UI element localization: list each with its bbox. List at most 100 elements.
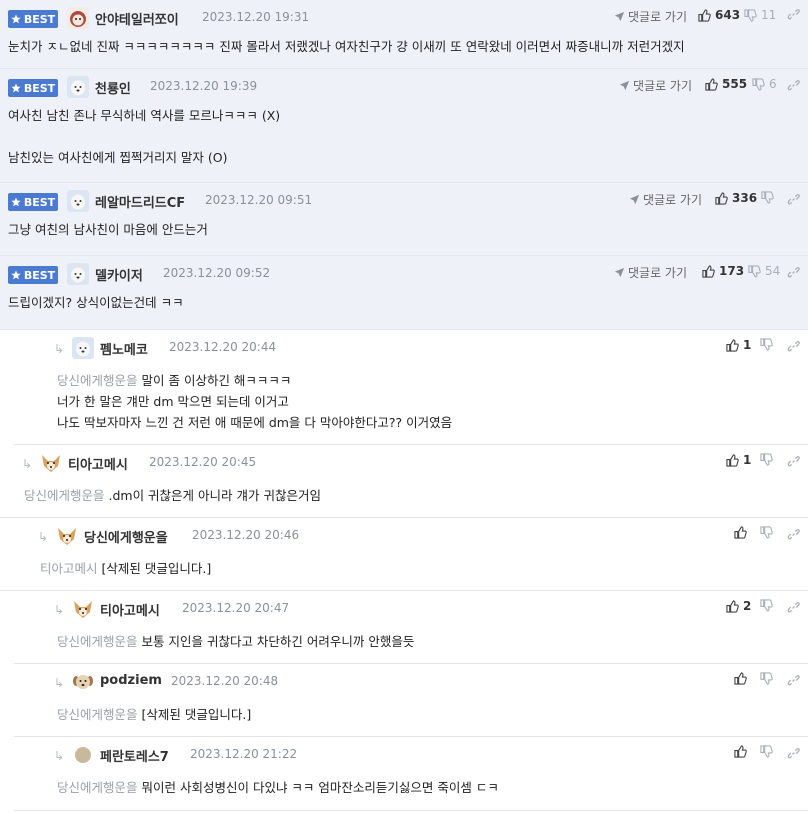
nickname[interactable]: 천룡인: [95, 78, 131, 97]
go-to-reply-link[interactable]: 댓글로 가기: [614, 8, 687, 25]
nickname[interactable]: 당신에게행운을: [84, 527, 168, 546]
comment-line: 당신에게행운을 말이 좀 이상하긴 해ㅋㅋㅋㅋ: [57, 373, 292, 388]
nickname[interactable]: 레알마드리드CF: [95, 192, 185, 211]
share-link[interactable]: [787, 453, 800, 472]
dislike-button[interactable]: [760, 599, 773, 612]
share-link[interactable]: [787, 191, 800, 210]
share-link[interactable]: [787, 77, 800, 96]
link-icon[interactable]: [787, 601, 800, 614]
nickname[interactable]: 페란토레스7: [100, 746, 169, 765]
share-link[interactable]: [787, 745, 800, 764]
like-button[interactable]: [734, 672, 751, 685]
thumbs-down-icon: [748, 264, 761, 278]
avatar[interactable]: [67, 190, 89, 212]
go-to-reply-link[interactable]: 댓글로 가기: [629, 191, 702, 208]
avatar[interactable]: [56, 525, 78, 547]
nickname[interactable]: 티아고메시: [68, 454, 128, 473]
reply-arrow-icon: ↳: [38, 530, 49, 544]
avatar[interactable]: [67, 7, 89, 29]
dislike-button[interactable]: 54: [748, 264, 780, 278]
thumbs-down-icon: [761, 191, 774, 204]
dislike-button[interactable]: [761, 191, 778, 204]
thumbs-up-icon: [726, 453, 739, 467]
best-comment: BEST 레알마드리드CF 2023.12.20 09:51 댓글로 가기 336 그냥 …: [0, 183, 808, 256]
best-comment: BEST 안야테일러쪼이 2023.12.20 19:31 댓글로 가기 643…: [0, 0, 808, 69]
comment-body: 드립이겠지? 상식이없는건데 ㅋㅋ: [8, 292, 184, 313]
like-button[interactable]: 173: [702, 264, 744, 278]
avatar[interactable]: [72, 671, 94, 693]
avatar[interactable]: [72, 744, 94, 766]
share-link[interactable]: [787, 264, 800, 283]
link-icon[interactable]: [787, 455, 800, 468]
star-icon: [11, 270, 21, 280]
thumbs-up-icon: [702, 264, 715, 278]
send-icon: [629, 194, 640, 205]
dislike-button[interactable]: [760, 526, 773, 539]
send-icon: [619, 80, 630, 91]
dislike-button[interactable]: [760, 453, 773, 466]
share-link[interactable]: [787, 338, 800, 357]
link-icon[interactable]: [787, 747, 800, 760]
avatar[interactable]: [67, 76, 89, 98]
like-button[interactable]: 1: [726, 338, 751, 352]
best-badge: BEST: [8, 10, 58, 28]
go-to-reply-link[interactable]: 댓글로 가기: [619, 77, 692, 94]
link-icon[interactable]: [787, 193, 800, 206]
mention[interactable]: 당신에게행운을: [57, 780, 138, 795]
link-icon[interactable]: [787, 8, 800, 21]
thumbs-down-icon: [760, 526, 773, 539]
mention[interactable]: 당신에게행운을: [24, 488, 105, 503]
share-link[interactable]: [787, 599, 800, 618]
go-to-reply-link[interactable]: 댓글로 가기: [614, 264, 687, 281]
avatar[interactable]: [40, 452, 62, 474]
like-button[interactable]: 555: [705, 77, 747, 91]
avatar[interactable]: [72, 598, 94, 620]
dislike-button[interactable]: [760, 745, 773, 758]
like-button[interactable]: 1: [726, 453, 751, 467]
nickname[interactable]: 델카이저: [95, 265, 143, 284]
star-icon: [11, 197, 21, 207]
reply-arrow-icon: ↳: [54, 676, 65, 690]
reply-comment: ↳ 티아고메시 2023.12.20 20:45 1 당신에게행운을 .dm이 귀찮은게…: [0, 445, 808, 518]
mention[interactable]: 당신에게행운을: [57, 707, 138, 722]
like-button[interactable]: 643: [698, 8, 740, 22]
mention[interactable]: 당신에게행운을: [57, 373, 138, 388]
avatar[interactable]: [67, 263, 89, 285]
share-link[interactable]: [787, 526, 800, 545]
best-badge: BEST: [8, 79, 58, 97]
comment-line: 남친있는 여사친에게 찝쩍거리지 말자 (O): [8, 150, 228, 165]
like-button[interactable]: [734, 745, 751, 758]
thumbs-up-icon: [715, 191, 728, 205]
thumbs-down-icon: [760, 453, 773, 466]
comment-line: 너가 한 말은 걔만 dm 막으면 되는데 이거고: [57, 394, 289, 409]
reply-arrow-icon: ↳: [22, 457, 33, 471]
like-button[interactable]: [734, 526, 751, 539]
link-icon[interactable]: [787, 528, 800, 541]
like-button[interactable]: 2: [726, 599, 751, 613]
share-link[interactable]: [787, 672, 800, 691]
mention[interactable]: 당신에게행운을: [57, 634, 138, 649]
like-button[interactable]: 336: [715, 191, 757, 205]
timestamp: 2023.12.20 09:52: [163, 266, 271, 280]
link-icon[interactable]: [787, 674, 800, 687]
dislike-button[interactable]: [760, 672, 773, 685]
comment-line: 당신에게행운을 .dm이 귀찮은게 아니라 걔가 귀찮은거임: [24, 488, 321, 503]
reply-comment: ↳ 페란토레스7 2023.12.20 21:22 당신에게행운을 뭐이런 사회성병신…: [14, 737, 808, 811]
nickname[interactable]: 티아고메시: [100, 600, 160, 619]
reply-comment: ↳ podziem 2023.12.20 20:48 당신에게행운을 [삭제된 댓글입…: [14, 664, 808, 737]
avatar[interactable]: [72, 337, 94, 359]
best-badge: BEST: [8, 266, 58, 284]
timestamp: 2023.12.20 09:51: [205, 193, 313, 207]
link-icon[interactable]: [787, 266, 800, 279]
link-icon[interactable]: [787, 79, 800, 92]
thumbs-up-icon: [726, 338, 739, 352]
link-icon[interactable]: [787, 340, 800, 353]
nickname[interactable]: 안야테일러쪼이: [95, 9, 179, 28]
dislike-button[interactable]: 11: [744, 8, 776, 22]
thumbs-down-icon: [744, 8, 757, 22]
dislike-button[interactable]: [760, 338, 773, 351]
nickname[interactable]: podziem: [100, 673, 162, 688]
nickname[interactable]: 펨노메코: [100, 339, 148, 358]
dislike-button[interactable]: 6: [752, 77, 777, 91]
mention[interactable]: 티아고메시: [40, 561, 98, 576]
